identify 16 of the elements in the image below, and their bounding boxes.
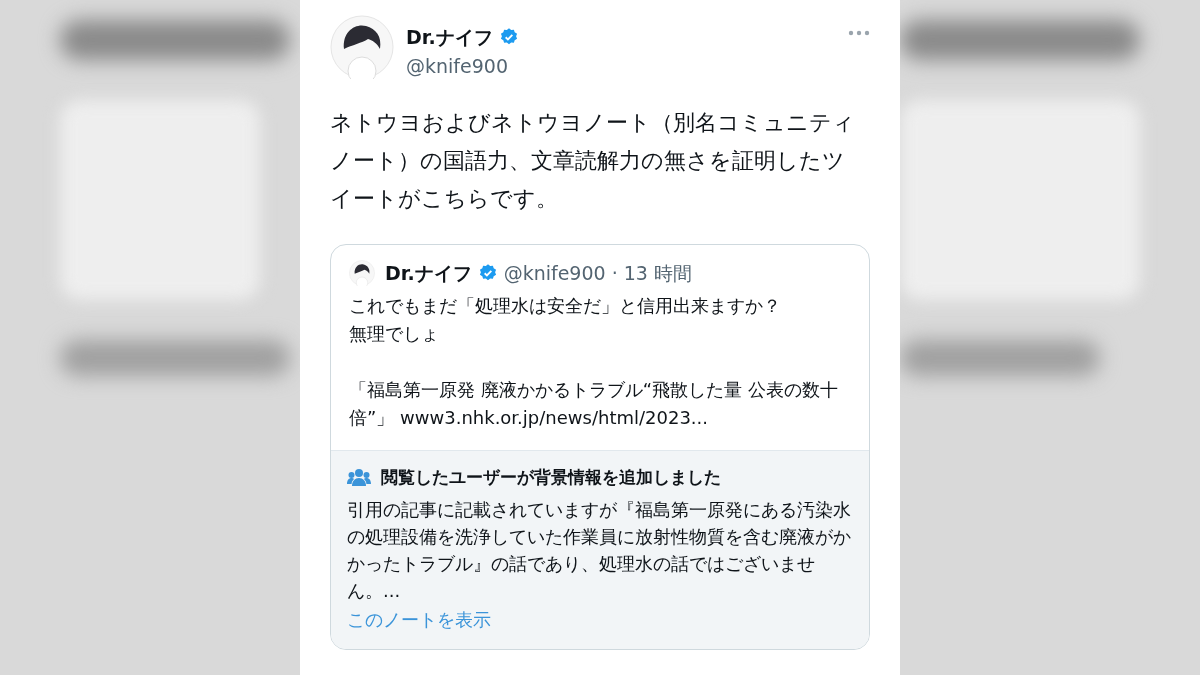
author-name[interactable]: Dr.ナイフ — [406, 23, 493, 52]
separator-dot: · — [611, 261, 618, 286]
quoted-text-line: 無理でしょ — [349, 321, 440, 346]
author-name[interactable]: Dr.ナイフ — [385, 259, 472, 288]
note-title: 閲覧したユーザーが背景情報を追加しました — [381, 465, 721, 489]
author-handle[interactable]: @knife900 — [503, 259, 606, 288]
quoted-text-line: 「福島第一原発 廃液かかるトラブル“飛散した量 公表の数十倍”」 www3.nhk.or.jp/news/html/2023... — [349, 377, 839, 430]
quoted-tweet[interactable] — [330, 244, 870, 650]
author-handle[interactable]: @knife900 — [406, 51, 519, 80]
tweet-text: ネトウヨおよびネトウヨノート（別名コミュニティノート）の国語力、文章読解力の無さを証明したツイートがこちらです。 — [330, 109, 856, 213]
quoted-text-line: これでもまだ「処理水は安全だ」と信用出来ますか？ — [349, 293, 782, 318]
avatar-icon[interactable] — [330, 15, 394, 79]
avatar-icon[interactable] — [349, 260, 375, 287]
timestamp: 13 時間 — [623, 261, 692, 286]
note-text: 引用の記事に記載されていますが『福島第一原発にある汚染水の処理設備を洗浄していた作業員に放射性物質を含む廃液がかかったトラブル』の話であり、処理水の話ではございません。... — [347, 498, 852, 603]
people-icon — [347, 468, 371, 487]
